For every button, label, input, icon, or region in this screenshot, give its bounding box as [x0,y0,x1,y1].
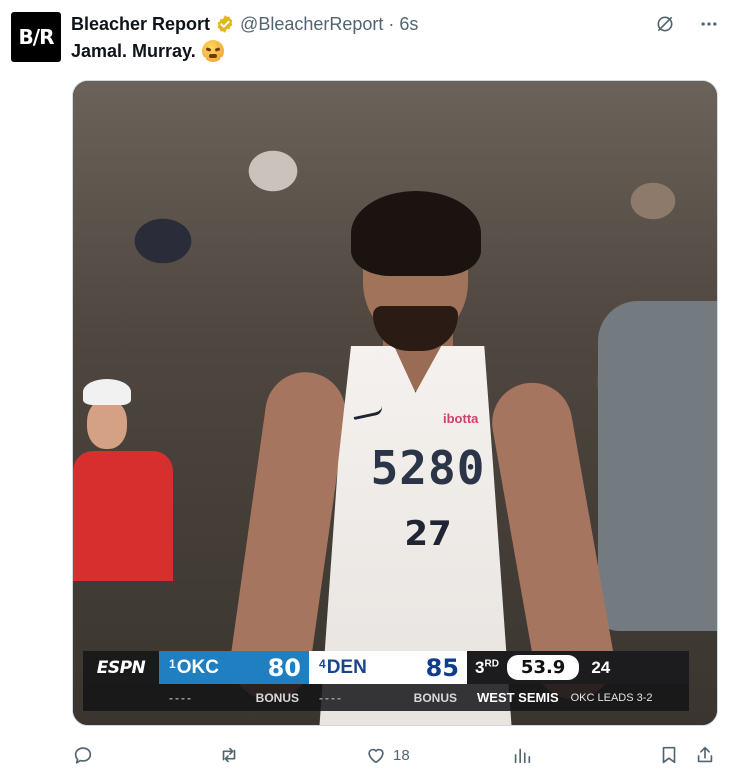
jersey-number: 27 [404,514,452,554]
jersey-front-text: 5280 [370,441,486,495]
shot-clock: 24 [591,657,611,677]
tweet-header: Bleacher Report @BleacherReport · 6s [71,13,418,35]
retweet-icon [222,747,236,763]
tweet-action-bar: 18 [72,741,720,769]
fan-hat [83,379,131,405]
game-clock-box: 3RD 53.9 24 [467,651,689,684]
retweet-button[interactable] [218,741,246,769]
like-icon [368,748,384,764]
away-score: 80 [267,653,301,682]
series-round: WEST SEMIS [477,690,559,705]
period: 3RD [475,658,499,678]
like-button[interactable]: 18 [365,741,410,769]
author-name[interactable]: Bleacher Report [71,14,210,35]
avatar-logo-text: B/R [18,25,55,49]
like-count: 18 [393,746,410,764]
fan-red-shirt [73,451,173,581]
reply-button[interactable] [72,741,100,769]
home-seed: 4 [319,656,326,671]
tweet-text: Jamal. Murray. [71,40,225,62]
reply-icon [74,747,92,764]
header-actions [654,13,720,35]
views-icon [514,748,531,764]
bookmark-icon [662,746,676,764]
tweet-media-video[interactable]: ibotta 5280 27 ESPN 1OKC 80 4DEN 85 3RD … [72,80,718,726]
home-bonus: BONUS [413,690,457,705]
avatar[interactable]: B/R [11,12,61,62]
home-timeouts: ---- [319,690,343,705]
foreground-figure [598,301,717,631]
network-logo: ESPN [83,651,159,684]
views-button[interactable] [511,741,539,769]
share-button[interactable] [694,741,716,769]
away-bonus: BONUS [255,690,299,705]
scorebug: ESPN 1OKC 80 4DEN 85 3RD 53.9 24 ---- BO… [83,651,689,711]
more-icon[interactable] [698,13,720,35]
grok-icon[interactable] [654,13,676,35]
player-hair [351,191,481,276]
separator-dot: · [388,13,395,34]
verified-badge-icon [217,15,233,33]
tweet-timestamp[interactable]: 6s [399,14,418,35]
home-team: 4DEN 85 [309,651,467,684]
steam-from-nose-emoji-icon [200,40,225,62]
away-seed: 1 [169,656,176,671]
home-score: 85 [425,653,459,682]
jersey-sponsor: ibotta [443,411,479,426]
tweet-text-content: Jamal. Murray. [71,40,196,61]
away-timeouts: ---- [169,690,193,705]
share-icon [697,746,713,763]
bookmark-button[interactable] [658,741,680,769]
author-handle[interactable]: @BleacherReport [240,14,383,35]
period-suffix: RD [484,657,499,669]
home-abbr: DEN [326,656,367,678]
game-clock: 53.9 [506,655,580,680]
away-abbr: OKC [176,656,219,678]
fan-face [87,399,127,449]
series-status: OKC LEADS 3-2 [570,691,653,704]
away-team: 1OKC 80 [159,651,309,684]
